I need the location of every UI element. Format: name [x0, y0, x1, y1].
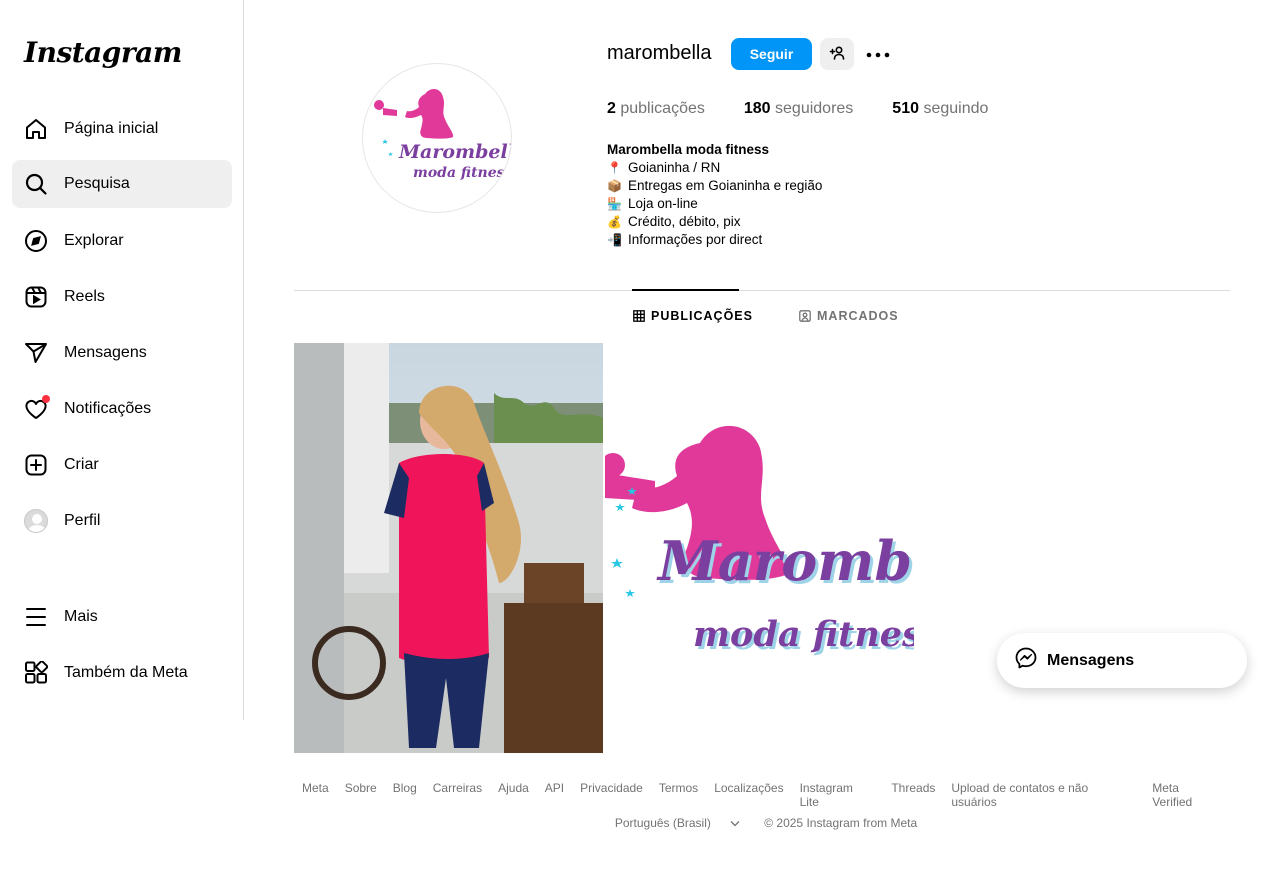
footer-link[interactable]: API [545, 781, 564, 809]
footer-link[interactable]: Sobre [345, 781, 377, 809]
bio-line: 💰 Crédito, débito, pix [607, 214, 741, 229]
sidebar-item-label: Notificações [64, 400, 152, 417]
tab-posts[interactable]: PUBLICAÇÕES [633, 309, 753, 323]
sidebar-item-reels[interactable]: Reels [12, 273, 232, 321]
profile-avatar[interactable]: Marombella moda fitness [362, 63, 512, 213]
bio-line: 🏪 Loja on-line [607, 196, 698, 211]
heart-icon [24, 395, 50, 421]
bio-line: 📲 Informações por direct [607, 232, 763, 247]
sidebar: Instagram Página inicial Pesquisa Explor… [0, 0, 244, 720]
instagram-logo[interactable]: Instagram [24, 36, 182, 69]
footer-link[interactable]: Meta [302, 781, 329, 809]
messenger-icon [1014, 646, 1038, 675]
post-brand-logo: Marombella Marombella moda fitness moda … [605, 343, 914, 753]
add-person-icon [829, 45, 845, 64]
footer-link[interactable]: Upload de contatos e não usuários [951, 781, 1136, 809]
footer-link[interactable]: Privacidade [580, 781, 643, 809]
footer-link[interactable]: Localizações [714, 781, 783, 809]
avatar-icon [24, 509, 48, 533]
sidebar-item-also-from-meta[interactable]: Também da Meta [12, 649, 232, 697]
profile-bio: Marombella moda fitness 📍 Goianinha / RN … [607, 141, 822, 249]
sidebar-item-explore[interactable]: Explorar [12, 217, 232, 265]
compass-icon [24, 229, 48, 253]
footer-link[interactable]: Ajuda [498, 781, 529, 809]
bio-line: 📦 Entregas em Goianinha e região [607, 178, 823, 193]
post-photo [294, 343, 603, 753]
search-icon [24, 172, 48, 196]
sidebar-item-label: Explorar [64, 232, 124, 249]
sidebar-item-profile[interactable]: Perfil [12, 497, 232, 545]
sidebar-item-label: Mensagens [64, 344, 147, 361]
store-icon: 🏪 [607, 197, 622, 211]
logo-wordmark: Marombella [398, 141, 512, 163]
grid-icon [633, 310, 645, 322]
bio-line: 📍 Goianinha / RN [607, 160, 721, 175]
footer-link[interactable]: Blog [393, 781, 417, 809]
logo-tagline: moda fitness [413, 165, 512, 181]
suggested-accounts-button[interactable] [820, 38, 854, 70]
tagged-icon [799, 310, 811, 322]
sidebar-item-more[interactable]: Mais [12, 593, 232, 641]
menu-icon [24, 605, 48, 629]
notification-badge [42, 395, 50, 403]
footer-link[interactable]: Threads [891, 781, 935, 809]
package-icon: 📦 [607, 179, 622, 193]
plus-square-icon [24, 453, 48, 477]
posts-count: 2 publicações [607, 100, 705, 117]
active-tab-indicator [632, 289, 739, 291]
profile-username: marombella [607, 42, 712, 64]
chevron-down-icon [730, 816, 740, 830]
pin-icon: 📍 [607, 161, 622, 175]
home-icon [24, 117, 48, 141]
footer-link[interactable]: Termos [659, 781, 698, 809]
language-selector[interactable]: Português (Brasil) [607, 816, 748, 830]
footer-bottom: Português (Brasil) © 2025 Instagram from… [294, 816, 1230, 830]
meta-apps-icon [24, 661, 48, 685]
footer-link[interactable]: Instagram Lite [800, 781, 876, 809]
sidebar-item-notifications[interactable]: Notificações [12, 385, 232, 433]
tab-tagged[interactable]: MARCADOS [799, 309, 899, 323]
post-thumbnail[interactable] [294, 343, 603, 753]
following-count[interactable]: 510 seguindo [892, 100, 988, 118]
tab-label: PUBLICAÇÕES [651, 309, 753, 323]
sidebar-item-create[interactable]: Criar [12, 441, 232, 489]
sidebar-item-label: Pesquisa [64, 175, 130, 192]
footer-links: Meta Sobre Blog Carreiras Ajuda API Priv… [294, 781, 1230, 809]
sidebar-item-search[interactable]: Pesquisa [12, 160, 232, 208]
sidebar-item-home[interactable]: Página inicial [12, 105, 232, 153]
post-thumbnail[interactable]: Marombella Marombella moda fitness moda … [605, 343, 914, 753]
svg-text:Marombella: Marombella [656, 529, 914, 593]
sidebar-item-label: Reels [64, 288, 105, 305]
ellipsis-icon [866, 45, 890, 63]
sidebar-item-label: Mais [64, 608, 98, 625]
sidebar-item-label: Perfil [64, 512, 101, 529]
sidebar-item-label: Criar [64, 456, 99, 473]
send-icon [24, 341, 48, 365]
svg-text:moda fitness: moda fitness [693, 614, 914, 655]
tab-label: MARCADOS [817, 309, 899, 323]
sidebar-item-label: Também da Meta [64, 664, 188, 681]
money-bag-icon: 💰 [607, 215, 622, 229]
followers-count[interactable]: 180 seguidores [744, 100, 853, 118]
bio-name: Marombella moda fitness [607, 142, 770, 157]
tabs-divider [294, 290, 1230, 291]
phone-icon: 📲 [607, 233, 622, 247]
messages-floating-button[interactable]: Mensagens [997, 633, 1247, 688]
copyright: © 2025 Instagram from Meta [764, 816, 918, 830]
sidebar-item-label: Página inicial [64, 120, 159, 137]
sidebar-item-messages[interactable]: Mensagens [12, 329, 232, 377]
footer-link[interactable]: Meta Verified [1152, 781, 1222, 809]
footer-link[interactable]: Carreiras [433, 781, 482, 809]
reels-icon [24, 285, 48, 309]
profile-stats: 2 publicações 180 seguidores 510 seguind… [607, 100, 1027, 118]
messages-label: Mensagens [1047, 651, 1135, 669]
follow-button[interactable]: Seguir [731, 38, 812, 70]
more-options-button[interactable] [864, 42, 892, 66]
